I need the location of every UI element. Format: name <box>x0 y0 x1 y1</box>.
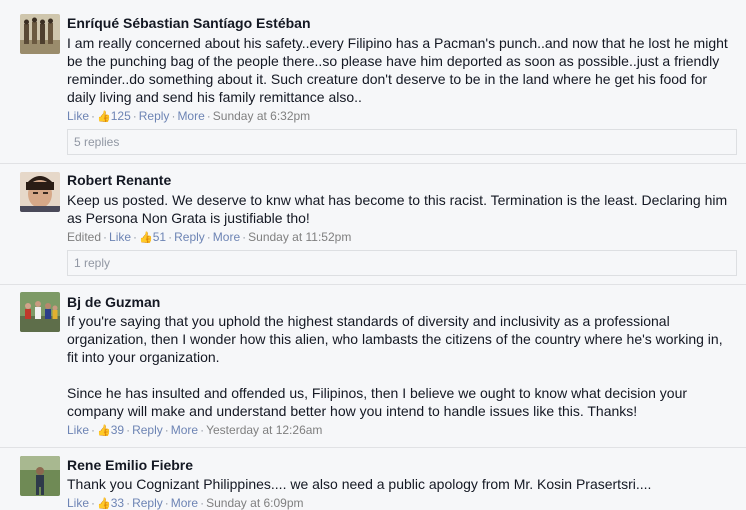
avatar-image <box>20 456 60 496</box>
divider <box>0 284 746 285</box>
thumbs-up-icon[interactable]: 👍 <box>139 232 153 244</box>
like-link[interactable]: Like <box>67 109 89 123</box>
comment-paragraph: Thank you Cognizant Philippines.... we a… <box>67 476 652 492</box>
comment-paragraph: I am really concerned about his safety..… <box>67 35 728 105</box>
reply-link[interactable]: Reply <box>174 230 205 244</box>
reply-link[interactable]: Reply <box>139 109 170 123</box>
more-link[interactable]: More <box>177 109 204 123</box>
edited-label[interactable]: Edited <box>67 230 101 244</box>
thumbs-up-icon[interactable]: 👍 <box>97 111 111 123</box>
comment-actions: Edited · Like · 👍51 · Reply · More · Sunday at 11:… <box>67 230 352 244</box>
comment-paragraph: Keep us posted. We deserve to knw what h… <box>67 192 728 226</box>
thumbs-up-icon[interactable]: 👍 <box>97 425 111 437</box>
commenter-name[interactable]: Robert Renante <box>67 172 171 188</box>
timestamp[interactable]: Sunday at 6:32pm <box>213 109 310 123</box>
avatar[interactable] <box>20 172 60 212</box>
comment-paragraph: If you're saying that you uphold the hig… <box>67 313 723 365</box>
commenter-name[interactable]: Bj de Guzman <box>67 294 160 310</box>
more-link[interactable]: More <box>213 230 240 244</box>
like-count[interactable]: 39 <box>111 423 124 437</box>
comment-actions: Like · 👍39 · Reply · More · Yesterday at 12:26am <box>67 423 323 437</box>
comment-text: Thank you Cognizant Philippines.... we a… <box>67 475 737 493</box>
avatar-image <box>20 172 60 212</box>
like-link[interactable]: Like <box>67 423 89 437</box>
view-replies-button[interactable]: 5 replies <box>67 129 737 155</box>
avatar[interactable] <box>20 14 60 54</box>
like-link[interactable]: Like <box>67 496 89 510</box>
comment-actions: Like · 👍125 · Reply · More · Sunday at 6:32pm <box>67 109 311 123</box>
commenter-name[interactable]: Rene Emilio Fiebre <box>67 457 193 473</box>
comment-text: I am really concerned about his safety..… <box>67 34 737 106</box>
timestamp[interactable]: Yesterday at 12:26am <box>206 423 322 437</box>
comment-paragraph: Since he has insulted and offended us, F… <box>67 385 688 419</box>
avatar[interactable] <box>20 292 60 332</box>
avatar[interactable] <box>20 456 60 496</box>
commenter-name[interactable]: Enríqué Sébastian Santíago Estéban <box>67 15 311 31</box>
comment-text: Keep us posted. We deserve to knw what h… <box>67 191 737 227</box>
divider <box>0 447 746 448</box>
like-count[interactable]: 33 <box>111 496 124 510</box>
comment-text: If you're saying that you uphold the hig… <box>67 312 737 420</box>
comment-actions: Like · 👍33 · Reply · More · Sunday at 6:09pm <box>67 496 304 510</box>
like-count[interactable]: 125 <box>111 109 131 123</box>
reply-link[interactable]: Reply <box>132 423 163 437</box>
more-link[interactable]: More <box>171 423 198 437</box>
avatar-image <box>20 14 60 54</box>
avatar-image <box>20 292 60 332</box>
like-link[interactable]: Like <box>109 230 131 244</box>
thumbs-up-icon[interactable]: 👍 <box>97 498 111 510</box>
more-link[interactable]: More <box>171 496 198 510</box>
reply-link[interactable]: Reply <box>132 496 163 510</box>
view-replies-button[interactable]: 1 reply <box>67 250 737 276</box>
like-count[interactable]: 51 <box>153 230 166 244</box>
timestamp[interactable]: Sunday at 11:52pm <box>248 230 351 244</box>
divider <box>0 163 746 164</box>
timestamp[interactable]: Sunday at 6:09pm <box>206 496 303 510</box>
